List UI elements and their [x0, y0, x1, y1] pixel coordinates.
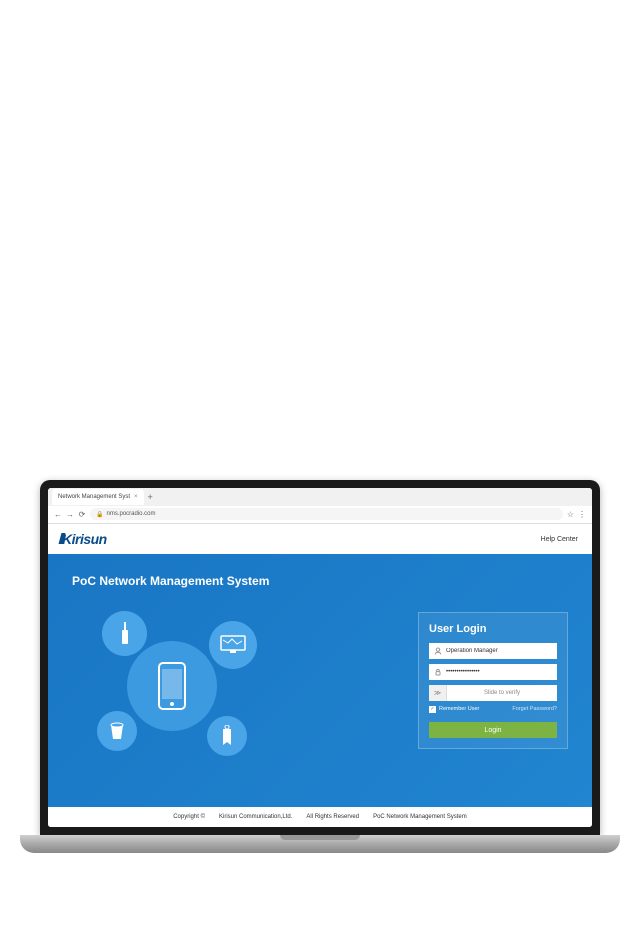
login-title: User Login	[429, 623, 557, 635]
remember-user[interactable]: ✓ Remember User	[429, 706, 479, 713]
back-icon[interactable]: ←	[54, 510, 62, 519]
help-center-link[interactable]: Help Center	[541, 536, 578, 543]
tab-row: Network Management Syst × +	[48, 488, 592, 506]
slide-handle[interactable]: ≫	[429, 685, 447, 701]
slide-verify[interactable]: ≫ Slide to verify	[429, 685, 557, 701]
cup-icon	[97, 711, 137, 751]
page-header: Kirisun Help Center	[48, 524, 592, 554]
lock-field-icon	[434, 668, 442, 676]
checkbox-icon[interactable]: ✓	[429, 706, 436, 713]
slide-label: Slide to verify	[447, 690, 557, 696]
bookmark-icon[interactable]: ☆	[567, 510, 574, 519]
login-options: ✓ Remember User Forget Password?	[429, 706, 557, 713]
laptop-frame: Network Management Syst × + ← → ⟳ 🔒 nms.…	[20, 480, 620, 860]
hero-section: PoC Network Management System	[48, 554, 592, 807]
menu-icon[interactable]: ⋮	[578, 510, 586, 519]
reload-icon[interactable]: ⟳	[78, 510, 86, 519]
monitor-icon	[209, 621, 257, 669]
laptop-notch	[280, 835, 360, 840]
forward-icon[interactable]: →	[66, 510, 74, 519]
login-panel: User Login ≫ Slide to verify	[418, 612, 568, 750]
page-footer: Copyright © Kirisun Communication,Ltd. A…	[48, 807, 592, 827]
screen-bezel: Network Management Syst × + ← → ⟳ 🔒 nms.…	[40, 480, 600, 835]
remember-label: Remember User	[439, 706, 479, 712]
laptop-base	[20, 835, 620, 853]
footer-copyright: Copyright ©	[173, 814, 205, 820]
username-input[interactable]	[446, 648, 552, 654]
forgot-password-link[interactable]: Forget Password?	[512, 706, 557, 712]
browser-tab[interactable]: Network Management Syst ×	[52, 489, 144, 505]
password-field-wrap	[429, 664, 557, 680]
screen: Network Management Syst × + ← → ⟳ 🔒 nms.…	[48, 488, 592, 827]
tag-icon	[207, 716, 247, 756]
tab-title: Network Management Syst	[58, 494, 130, 500]
logo: Kirisun	[62, 531, 107, 547]
browser-chrome: Network Management Syst × + ← → ⟳ 🔒 nms.…	[48, 488, 592, 524]
address-bar[interactable]: 🔒 nms.pocradio.com	[90, 508, 563, 520]
hero-title: PoC Network Management System	[72, 574, 418, 588]
hero-graphic	[72, 606, 272, 766]
url-text: nms.pocradio.com	[106, 511, 155, 517]
page-content: Kirisun Help Center PoC Network Manageme…	[48, 524, 592, 827]
phone-icon	[127, 641, 217, 731]
footer-product: PoC Network Management System	[373, 814, 467, 820]
hero-left: PoC Network Management System	[72, 574, 418, 787]
address-row: ← → ⟳ 🔒 nms.pocradio.com ☆ ⋮	[48, 506, 592, 524]
lock-icon: 🔒	[96, 511, 103, 518]
username-field-wrap	[429, 643, 557, 659]
close-icon[interactable]: ×	[134, 494, 138, 500]
new-tab-button[interactable]: +	[148, 492, 153, 502]
footer-company: Kirisun Communication,Ltd.	[219, 814, 292, 820]
login-button[interactable]: Login	[429, 722, 557, 738]
password-input[interactable]	[446, 669, 552, 675]
user-icon	[434, 647, 442, 655]
footer-rights: All Rights Reserved	[306, 814, 359, 820]
radio-icon	[102, 611, 147, 656]
